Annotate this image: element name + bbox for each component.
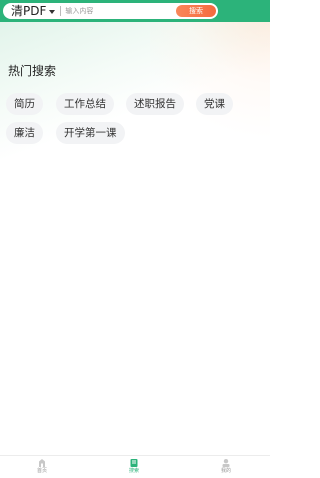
- hot-tag-resume[interactable]: 简历: [6, 93, 43, 115]
- tab-home[interactable]: 首页: [22, 458, 62, 475]
- search-bar: 清PDF 搜索: [3, 3, 218, 19]
- brand-label: 清PDF: [11, 4, 47, 18]
- search-button[interactable]: 搜索: [176, 5, 216, 17]
- bottom-tab-bar: 首页 搜索 我的: [0, 455, 270, 478]
- tab-home-label: 首页: [36, 468, 47, 474]
- hot-tag-work-summary[interactable]: 工作总结: [56, 93, 114, 115]
- tab-profile-label: 我的: [220, 468, 231, 474]
- search-page: 清PDF 搜索 热门搜索 简历 工作总结 述职报告 党课 廉洁 开学第一课 首页: [0, 0, 270, 478]
- profile-icon: [222, 459, 230, 468]
- hot-tag-party-lesson[interactable]: 党课: [196, 93, 233, 115]
- tab-search-label: 搜索: [128, 468, 139, 474]
- hot-search-title: 热门搜索: [8, 64, 57, 78]
- chevron-down-icon: [49, 9, 56, 14]
- hot-tag-duty-report[interactable]: 述职报告: [126, 93, 184, 115]
- search-tab-icon: [130, 459, 138, 467]
- tab-search[interactable]: 搜索: [114, 458, 154, 475]
- brand-selector[interactable]: 清PDF: [3, 3, 56, 19]
- hot-tag-integrity[interactable]: 廉洁: [6, 122, 43, 144]
- top-bar: 清PDF 搜索: [0, 0, 270, 22]
- home-icon: [39, 459, 45, 467]
- hot-tag-first-class[interactable]: 开学第一课: [56, 122, 125, 144]
- search-input[interactable]: [61, 4, 176, 18]
- tab-profile[interactable]: 我的: [206, 458, 246, 475]
